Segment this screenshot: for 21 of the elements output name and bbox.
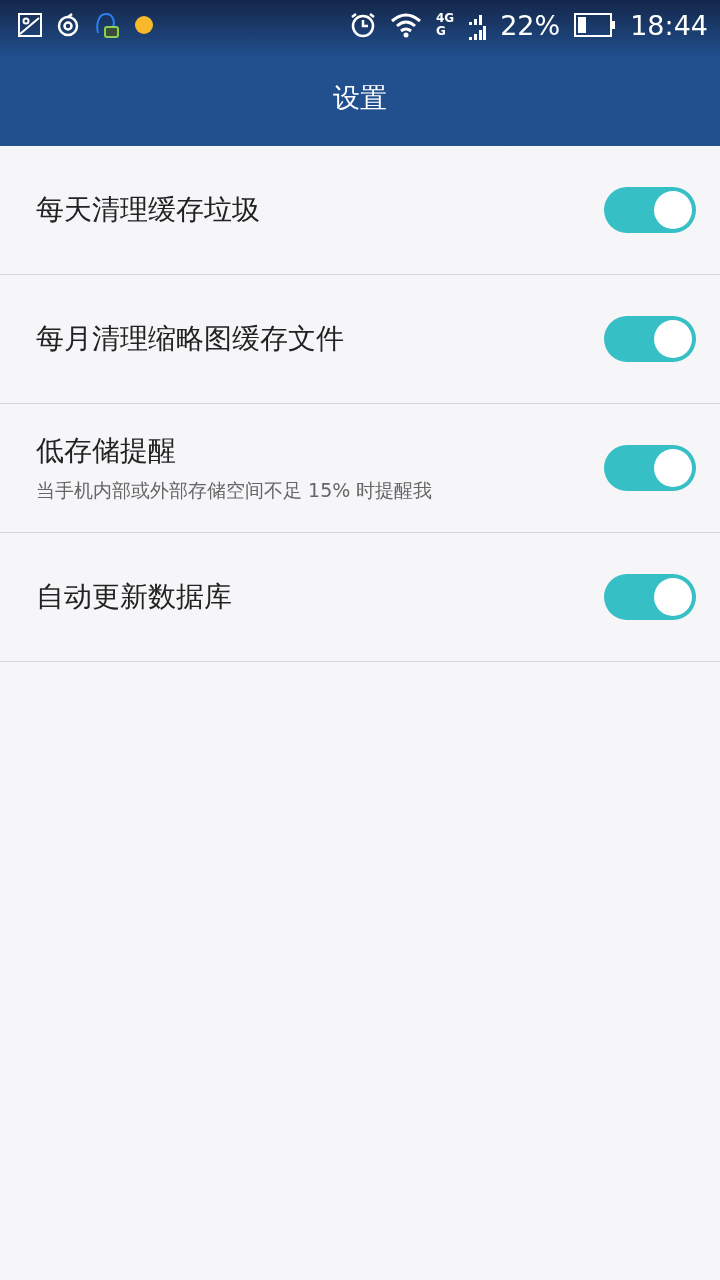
- toggle-switch[interactable]: [604, 445, 696, 491]
- toggle-switch[interactable]: [604, 574, 696, 620]
- setting-label: 每天清理缓存垃圾: [36, 192, 261, 228]
- toggle-switch[interactable]: [604, 187, 696, 233]
- alarm-icon: [349, 12, 376, 38]
- setting-label: 低存储提醒: [36, 433, 177, 469]
- setting-label: 自动更新数据库: [36, 579, 233, 615]
- battery-percentage: 22%: [500, 9, 561, 41]
- toggle-switch[interactable]: [604, 316, 696, 362]
- clock-time: 18:44: [630, 9, 708, 41]
- battery-icon: [574, 13, 617, 37]
- dot-icon: [134, 15, 154, 35]
- network-label: G: [435, 25, 447, 38]
- chat-icon: [94, 11, 120, 39]
- setting-label: 每月清理缩略图缓存文件: [36, 321, 345, 357]
- setting-description: 当手机内部或外部存储空间不足 15% 时提醒我: [36, 478, 434, 503]
- picture-icon: [18, 13, 42, 37]
- wifi-icon: [389, 12, 422, 38]
- network-label: 4G: [435, 12, 455, 25]
- page-title: 设置: [333, 81, 387, 115]
- swirl-icon: [56, 13, 80, 37]
